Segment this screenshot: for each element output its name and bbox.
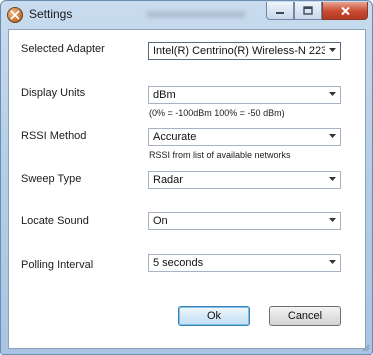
maximize-icon bbox=[303, 6, 313, 15]
sound-select[interactable]: On bbox=[148, 212, 341, 230]
rssi-select[interactable]: Accurate bbox=[148, 128, 341, 146]
units-value: dBm bbox=[153, 89, 176, 101]
caption-buttons bbox=[266, 2, 368, 20]
rssi-label: RSSI Method bbox=[21, 130, 87, 142]
chevron-down-icon bbox=[329, 177, 336, 181]
minimize-icon bbox=[276, 11, 284, 14]
sweep-label: Sweep Type bbox=[21, 173, 82, 185]
window-title: Settings bbox=[29, 7, 73, 21]
close-button[interactable] bbox=[322, 2, 368, 20]
settings-window: Settings Selected Adapter Intel(R) Centr… bbox=[0, 0, 373, 355]
polling-select[interactable]: 5 seconds bbox=[148, 254, 341, 272]
chevron-down-icon bbox=[329, 134, 336, 138]
chevron-down-icon bbox=[329, 48, 336, 52]
polling-label: Polling Interval bbox=[21, 259, 94, 271]
sweep-select[interactable]: Radar bbox=[148, 171, 341, 189]
rssi-note: RSSI from list of available networks bbox=[149, 150, 291, 160]
adapter-select[interactable]: Intel(R) Centrino(R) Wireless-N 2230 bbox=[148, 42, 341, 60]
close-icon bbox=[340, 6, 350, 15]
chevron-down-icon bbox=[329, 92, 336, 96]
units-note: (0% = -100dBm 100% = -50 dBm) bbox=[149, 108, 285, 118]
adapter-label: Selected Adapter bbox=[21, 43, 105, 55]
title-bar[interactable]: Settings bbox=[1, 1, 372, 29]
chevron-down-icon bbox=[329, 218, 336, 222]
rssi-value: Accurate bbox=[153, 131, 197, 143]
blurred-title-text bbox=[146, 11, 246, 18]
units-select[interactable]: dBm bbox=[148, 86, 341, 104]
chevron-down-icon bbox=[329, 260, 336, 264]
sound-value: On bbox=[153, 215, 168, 227]
cancel-button[interactable]: Cancel bbox=[269, 306, 341, 326]
maximize-button[interactable] bbox=[294, 2, 322, 20]
sound-label: Locate Sound bbox=[21, 215, 89, 227]
ok-button[interactable]: Ok bbox=[178, 306, 250, 326]
resize-grip-icon[interactable] bbox=[362, 344, 370, 352]
app-icon[interactable] bbox=[7, 7, 23, 23]
polling-value: 5 seconds bbox=[153, 257, 204, 269]
adapter-value: Intel(R) Centrino(R) Wireless-N 2230 bbox=[153, 45, 325, 57]
units-label: Display Units bbox=[21, 87, 86, 99]
settings-panel: Selected Adapter Intel(R) Centrino(R) Wi… bbox=[8, 29, 366, 349]
minimize-button[interactable] bbox=[266, 2, 294, 20]
sweep-value: Radar bbox=[153, 174, 183, 186]
